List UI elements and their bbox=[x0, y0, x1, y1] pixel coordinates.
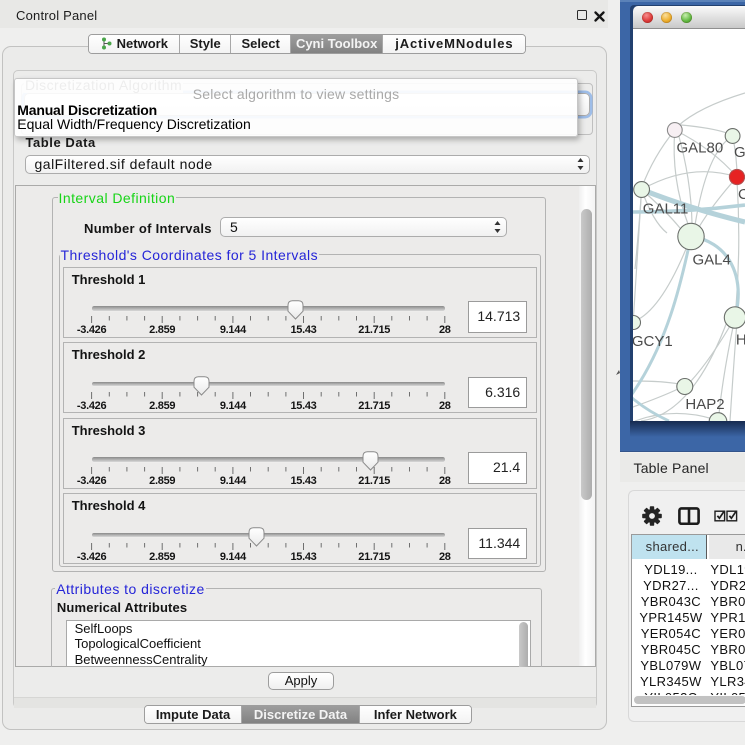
svg-text:GAL3: GAL3 bbox=[734, 144, 745, 161]
svg-text:CD: CD bbox=[738, 186, 745, 203]
svg-text:GAL11: GAL11 bbox=[642, 200, 688, 217]
svg-text:HAP2: HAP2 bbox=[685, 395, 724, 412]
svg-text:HXK1: HXK1 bbox=[735, 331, 744, 348]
svg-text:GAL4: GAL4 bbox=[692, 251, 730, 268]
svg-text:GAL80: GAL80 bbox=[676, 139, 723, 156]
svg-text:GCY1: GCY1 bbox=[633, 332, 673, 349]
